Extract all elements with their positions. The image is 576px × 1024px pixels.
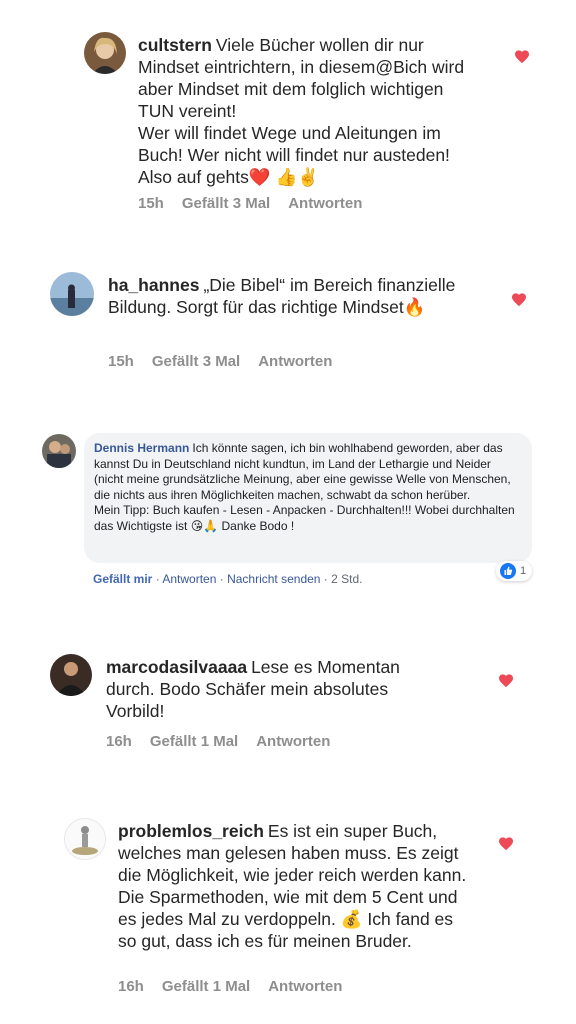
fb-comment-bubble: Dennis Hermann Ich könnte sagen, ich bin …	[84, 433, 532, 563]
fb-like-button[interactable]: Gefällt mir	[93, 572, 152, 586]
reply-button[interactable]: Antworten	[288, 195, 362, 212]
timestamp: 16h	[106, 733, 132, 750]
timestamp: 16h	[118, 978, 144, 995]
fb-timestamp: 2 Std.	[331, 572, 363, 586]
reply-button[interactable]: Antworten	[256, 733, 330, 750]
fb-message-button[interactable]: Nachricht senden	[227, 572, 320, 586]
comment-text: cultstern Viele Bücher wollen dir nur Min…	[138, 35, 465, 187]
avatar[interactable]	[50, 654, 92, 696]
username[interactable]: problemlos_reich	[118, 821, 264, 841]
reply-button[interactable]: Antworten	[268, 978, 342, 995]
comment-text: ha_hannes „Die Bibel“ im Bereich finanzie…	[108, 275, 456, 317]
avatar[interactable]	[64, 818, 106, 860]
fb-author-name[interactable]: Dennis Hermann	[94, 441, 189, 455]
username[interactable]: ha_hannes	[108, 275, 199, 295]
fb-reply-button[interactable]: Antworten	[162, 572, 216, 586]
comment-meta: 16h Gefällt 1 Mal Antworten	[118, 978, 360, 995]
comment-text: marcodasilvaaaa Lese es Momentan durch. B…	[106, 657, 400, 721]
comment-meta: 16h Gefällt 1 Mal Antworten	[106, 733, 348, 750]
heart-icon[interactable]	[511, 292, 527, 307]
fb-comment-actions: Gefällt mir · Antworten · Nachricht send…	[93, 572, 363, 586]
comment-text: problemlos_reich Es ist ein super Buch, w…	[118, 821, 467, 951]
comment-meta: 15h Gefällt 3 Mal Antworten	[138, 195, 380, 212]
avatar[interactable]	[42, 434, 76, 468]
likes-count[interactable]: Gefällt 3 Mal	[152, 353, 240, 370]
heart-icon[interactable]	[498, 673, 514, 688]
like-reaction-icon	[500, 563, 516, 579]
timestamp: 15h	[138, 195, 164, 212]
reply-button[interactable]: Antworten	[258, 353, 332, 370]
heart-icon[interactable]	[498, 836, 514, 851]
reaction-count[interactable]: 1	[496, 561, 532, 581]
timestamp: 15h	[108, 353, 134, 370]
avatar[interactable]	[50, 272, 94, 316]
likes-count[interactable]: Gefällt 1 Mal	[162, 978, 250, 995]
heart-icon[interactable]	[514, 49, 530, 64]
username[interactable]: cultstern	[138, 35, 212, 55]
comment-meta: 15h Gefällt 3 Mal Antworten	[108, 353, 350, 370]
likes-count[interactable]: Gefällt 1 Mal	[150, 733, 238, 750]
avatar[interactable]	[84, 32, 126, 74]
likes-count[interactable]: Gefällt 3 Mal	[182, 195, 270, 212]
username[interactable]: marcodasilvaaaa	[106, 657, 247, 677]
